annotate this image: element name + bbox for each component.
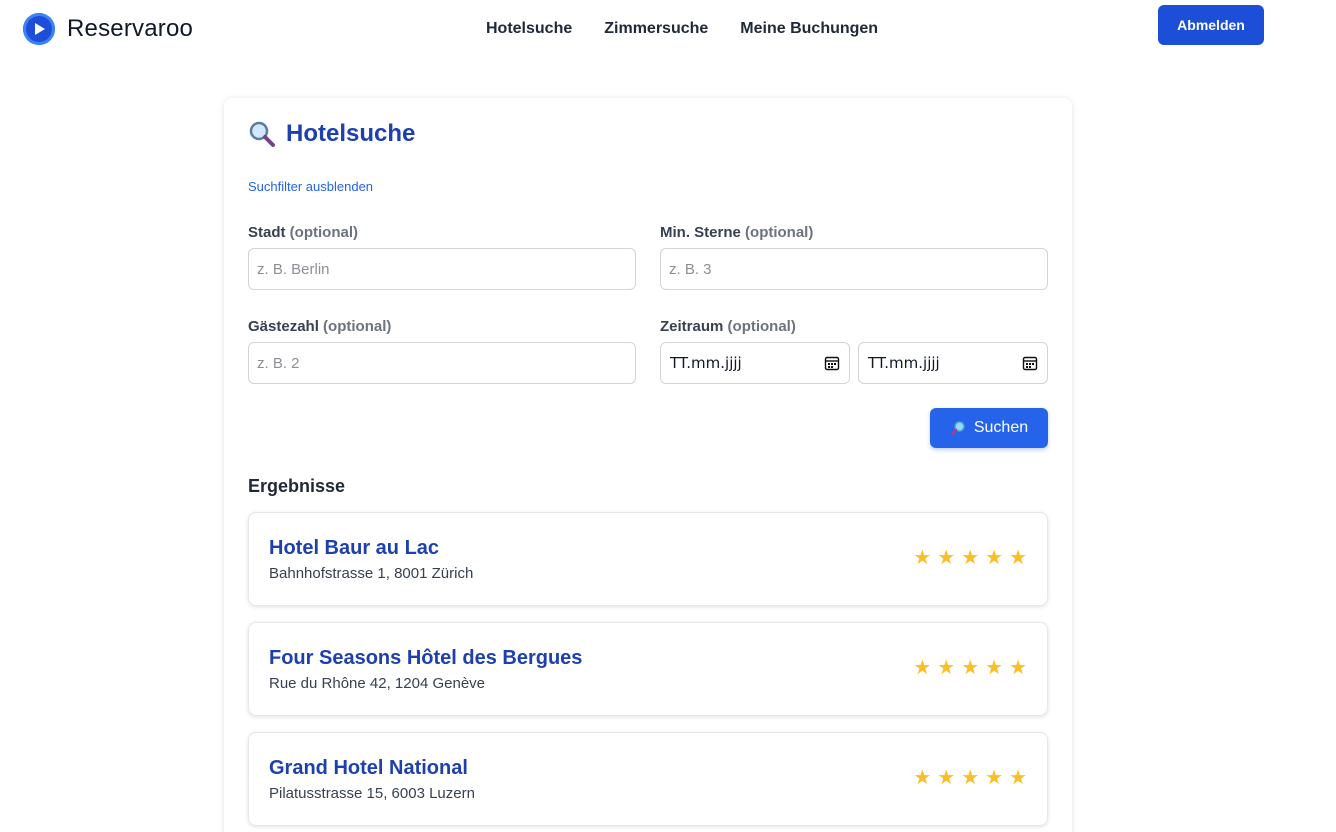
date-from-input[interactable]: TT.mm.jjjj — [660, 342, 850, 384]
toggle-filter-link[interactable]: Suchfilter ausblenden — [248, 179, 373, 194]
search-button-label: Suchen — [973, 419, 1029, 436]
star-icon: ★ — [937, 655, 956, 679]
hotel-result-card[interactable]: Hotel Baur au Lac Bahnhofstrasse 1, 8001… — [248, 512, 1048, 606]
date-to-value: TT.mm.jjjj — [868, 354, 940, 372]
page-title: Hotelsuche — [286, 120, 416, 147]
star-icon: ★ — [985, 765, 1004, 789]
star-icon: ★ — [985, 655, 1004, 679]
magnifier-icon — [249, 121, 275, 147]
search-card: Hotelsuche Suchfilter ausblenden Stadt (… — [224, 98, 1072, 832]
hotel-address: Pilatusstrasse 15, 6003 Luzern — [269, 785, 475, 802]
star-icon: ★ — [913, 545, 932, 569]
play-logo-icon — [23, 13, 55, 45]
hotel-address: Bahnhofstrasse 1, 8001 Zürich — [269, 565, 474, 582]
star-rating: ★ ★ ★ ★ ★ — [913, 547, 1027, 567]
results-title: Ergebnisse — [248, 476, 346, 496]
nav-hotelsuche[interactable]: Hotelsuche — [486, 20, 572, 38]
star-icon: ★ — [1009, 765, 1027, 789]
star-rating: ★ ★ ★ ★ ★ — [913, 767, 1027, 787]
nav-meine-buchungen[interactable]: Meine Buchungen — [740, 20, 878, 38]
star-icon: ★ — [985, 545, 1004, 569]
star-icon: ★ — [913, 765, 932, 789]
date-to-input[interactable]: TT.mm.jjjj — [858, 342, 1048, 384]
star-icon: ★ — [937, 765, 956, 789]
star-icon: ★ — [937, 545, 956, 569]
city-input[interactable] — [248, 248, 636, 290]
optional-hint: (optional) — [323, 318, 392, 335]
page-header: Hotelsuche — [248, 120, 415, 148]
guests-label: Gästezahl (optional) — [248, 318, 391, 335]
calendar-icon[interactable] — [824, 355, 840, 371]
hotel-name[interactable]: Four Seasons Hôtel des Bergues — [269, 647, 582, 670]
hotel-address: Rue du Rhône 42, 1204 Genève — [269, 675, 485, 692]
hotel-result-card[interactable]: Grand Hotel National Pilatusstrasse 15, … — [248, 732, 1048, 826]
magnifier-icon — [950, 421, 965, 436]
city-label-text: Stadt — [248, 224, 286, 241]
nav-zimmersuche[interactable]: Zimmersuche — [604, 20, 708, 38]
hotel-name[interactable]: Hotel Baur au Lac — [269, 537, 439, 560]
optional-hint: (optional) — [727, 318, 796, 335]
optional-hint: (optional) — [289, 224, 358, 241]
star-icon: ★ — [961, 765, 980, 789]
min-stars-label: Min. Sterne (optional) — [660, 224, 813, 241]
date-from-value: TT.mm.jjjj — [670, 354, 742, 372]
guests-input[interactable] — [248, 342, 636, 384]
calendar-icon[interactable] — [1022, 355, 1038, 371]
optional-hint: (optional) — [745, 224, 814, 241]
star-icon: ★ — [961, 545, 980, 569]
min-stars-input[interactable] — [660, 248, 1048, 290]
period-label-text: Zeitraum — [660, 318, 724, 335]
star-icon: ★ — [913, 655, 932, 679]
period-label: Zeitraum (optional) — [660, 318, 796, 335]
star-icon: ★ — [1009, 545, 1027, 569]
brand-name: Reservaroo — [67, 15, 194, 42]
star-icon: ★ — [961, 655, 980, 679]
star-icon: ★ — [1009, 655, 1027, 679]
star-rating: ★ ★ ★ ★ ★ — [913, 657, 1027, 677]
logout-button[interactable]: Abmelden — [1158, 5, 1264, 45]
brand[interactable]: Reservaroo — [23, 13, 193, 45]
guests-label-text: Gästezahl — [248, 318, 319, 335]
hotel-name[interactable]: Grand Hotel National — [269, 757, 468, 780]
hotel-result-card[interactable]: Four Seasons Hôtel des Bergues Rue du Rh… — [248, 622, 1048, 716]
min-stars-label-text: Min. Sterne — [660, 224, 741, 241]
main-nav: Hotelsuche Zimmersuche Meine Buchungen — [486, 20, 878, 38]
city-label: Stadt (optional) — [248, 224, 358, 241]
search-button[interactable]: Suchen — [930, 408, 1048, 448]
top-navbar: Reservaroo Hotelsuche Zimmersuche Meine … — [0, 0, 1336, 60]
